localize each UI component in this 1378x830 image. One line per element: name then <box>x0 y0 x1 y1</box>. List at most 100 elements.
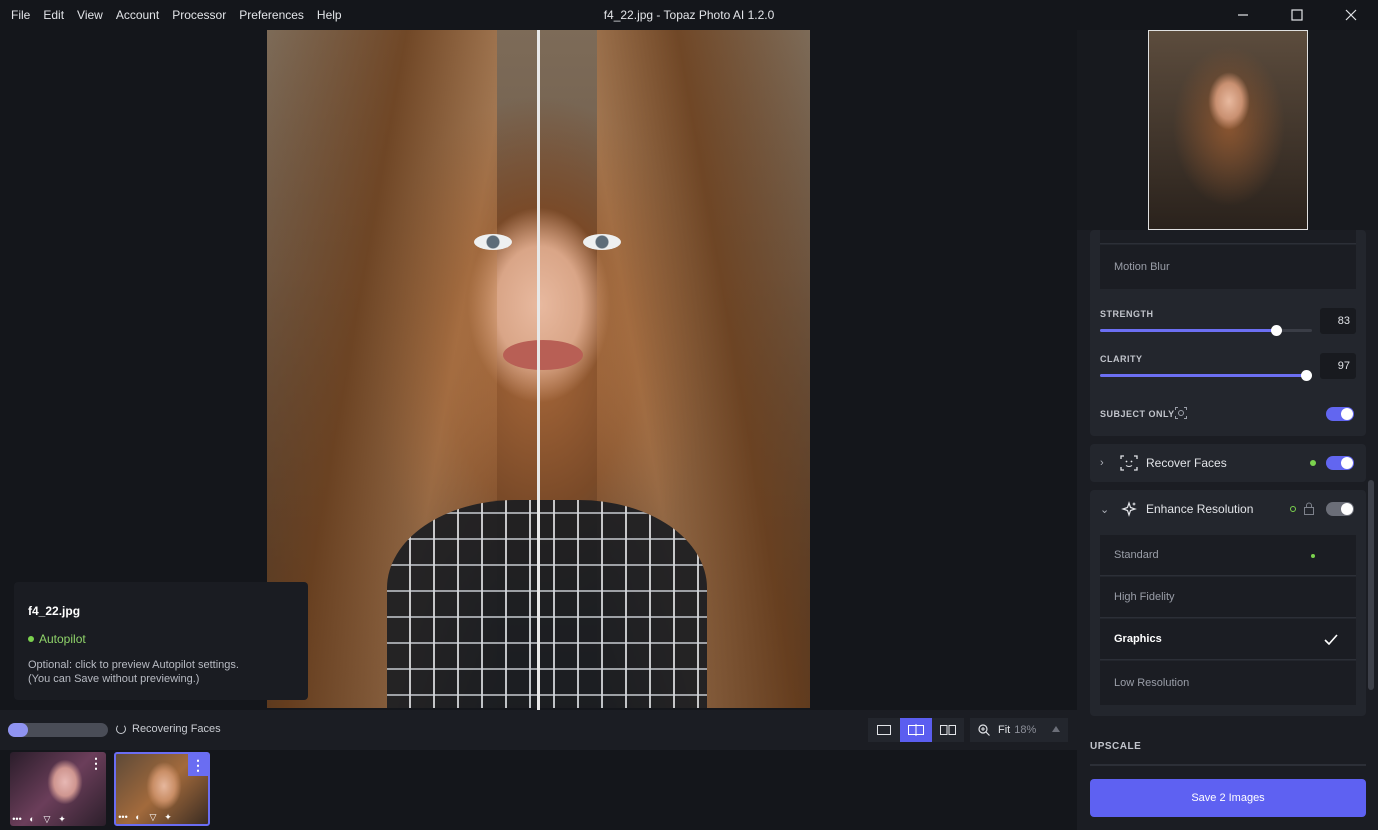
clarity-slider-knob[interactable] <box>1300 370 1312 381</box>
thumbnail-badges: ••• ◐ ▽ ✦ <box>12 813 67 825</box>
close-button[interactable] <box>1324 0 1378 30</box>
model-option-low-resolution[interactable]: Low Resolution <box>1100 661 1356 705</box>
face-detect-icon <box>1120 454 1138 472</box>
model-low-resolution-label: Low Resolution <box>1114 677 1190 689</box>
clarity-label: CLARITY <box>1100 354 1143 364</box>
progress-label: Recovering Faces <box>132 723 221 735</box>
thumbnail-menu-icon[interactable]: ⋮ <box>86 752 106 774</box>
model-option-high-fidelity[interactable]: High Fidelity <box>1100 577 1356 618</box>
enhance-icon: ✦ <box>58 813 66 824</box>
progress-bar <box>8 723 108 737</box>
autopilot-info-card[interactable]: f4_22.jpg Autopilot Optional: click to p… <box>14 582 308 700</box>
model-option-standard[interactable]: Standard <box>1100 535 1356 576</box>
enhance-resolution-title: Enhance Resolution <box>1146 502 1254 516</box>
view-mode-group <box>868 718 964 742</box>
status-bar: Recovering Faces Fit 18% <box>0 710 1077 750</box>
sharpen-option-prev[interactable] <box>1100 230 1356 244</box>
menu-edit[interactable]: Edit <box>43 8 64 22</box>
recover-faces-toggle[interactable] <box>1326 456 1354 470</box>
save-images-button[interactable]: Save 2 Images <box>1090 779 1366 817</box>
motion-blur-option[interactable]: Motion Blur <box>1100 245 1356 289</box>
photo-eye-left <box>474 234 512 250</box>
strength-value[interactable]: 83 <box>1320 308 1356 334</box>
navigator-thumbnail[interactable] <box>1148 30 1308 230</box>
strength-label: STRENGTH <box>1100 309 1154 319</box>
recover-faces-title: Recover Faces <box>1146 456 1227 470</box>
split-view-icon <box>908 724 924 736</box>
zoom-icon <box>978 724 990 736</box>
filmstrip: ⋮ ••• ◐ ▽ ✦ ⋮ ••• ◐ ▽ ✦ <box>0 750 1077 830</box>
clarity-value[interactable]: 97 <box>1320 353 1356 379</box>
thumbnail-menu-icon[interactable]: ⋮ <box>188 754 208 776</box>
subject-only-label: SUBJECT ONLY <box>1100 409 1175 419</box>
clarity-slider-fill <box>1100 374 1306 377</box>
sharpen-icon: ▽ <box>43 813 51 824</box>
sharpen-icon: ▽ <box>149 811 157 822</box>
menu-file[interactable]: File <box>11 8 30 22</box>
chevron-right-icon[interactable]: › <box>1100 457 1114 469</box>
subject-only-toggle[interactable] <box>1326 407 1354 421</box>
compare-split-handle[interactable] <box>537 30 540 710</box>
menu-view[interactable]: View <box>77 8 103 22</box>
zoom-control[interactable]: Fit 18% <box>970 718 1068 742</box>
chevron-down-icon[interactable]: ⌄ <box>1100 503 1114 516</box>
side-by-side-button[interactable] <box>932 718 964 742</box>
split-view-button[interactable] <box>900 718 932 742</box>
photo-eye-right <box>583 234 621 250</box>
single-view-button[interactable] <box>868 718 900 742</box>
autopilot-desc-line-2: (You can Save without previewing.) <box>28 673 200 685</box>
file-name: f4_22.jpg <box>28 604 81 618</box>
recover-faces-header[interactable]: › Recover Faces <box>1090 444 1366 482</box>
subject-select-icon <box>1175 407 1187 419</box>
denoise-icon: ◐ <box>135 812 141 822</box>
recommended-dot-icon <box>1311 554 1315 558</box>
denoise-icon: ◐ <box>29 814 35 824</box>
upscale-section-label: UPSCALE <box>1090 741 1142 752</box>
title-bar: File Edit View Account Processor Prefere… <box>0 0 1378 30</box>
thumbnail-badges: ••• ◐ ▽ ✦ <box>118 811 173 823</box>
model-high-fidelity-label: High Fidelity <box>1114 591 1175 603</box>
enhance-resolution-toggle[interactable] <box>1326 502 1354 516</box>
strength-slider-knob[interactable] <box>1270 325 1282 336</box>
minimize-icon <box>1238 14 1248 16</box>
autopilot-description: Optional: click to preview Autopilot set… <box>28 658 308 686</box>
strength-slider-fill <box>1100 329 1276 332</box>
close-icon <box>1345 9 1357 21</box>
menu-bar: File Edit View Account Processor Prefere… <box>0 0 344 30</box>
clarity-slider[interactable] <box>1100 370 1312 381</box>
strength-slider[interactable] <box>1100 325 1312 336</box>
checkmark-icon <box>1324 634 1338 645</box>
thumbnail-image-1[interactable]: ⋮ ••• ◐ ▽ ✦ <box>10 752 106 826</box>
spinner-icon <box>116 724 126 734</box>
upscale-divider <box>1090 764 1366 766</box>
autopilot-label: Autopilot <box>39 632 86 646</box>
faces-icon: ••• <box>12 814 22 824</box>
photo-lips <box>503 340 583 370</box>
zoom-expand-icon[interactable] <box>1052 726 1060 732</box>
thumbnail-image-2[interactable]: ⋮ ••• ◐ ▽ ✦ <box>114 752 210 826</box>
model-standard-label: Standard <box>1114 549 1159 561</box>
enhance-status-dot <box>1290 506 1296 512</box>
model-option-graphics[interactable]: Graphics <box>1100 619 1356 660</box>
zoom-fit-label: Fit <box>998 724 1011 736</box>
minimize-button[interactable] <box>1216 0 1270 30</box>
menu-processor[interactable]: Processor <box>172 8 226 22</box>
motion-blur-label: Motion Blur <box>1114 261 1170 273</box>
progress-fill <box>8 723 28 737</box>
enhance-resolution-header[interactable]: ⌄ Enhance Resolution <box>1090 490 1366 528</box>
maximize-button[interactable] <box>1270 0 1324 30</box>
zoom-percent: 18% <box>1014 724 1037 736</box>
autopilot-status[interactable]: Autopilot <box>28 632 308 646</box>
enhance-icon: ✦ <box>164 811 172 822</box>
menu-help[interactable]: Help <box>317 8 342 22</box>
progress-status: Recovering Faces <box>116 723 221 735</box>
photo-shirt-pattern <box>387 500 707 708</box>
lock-icon[interactable] <box>1303 502 1315 515</box>
menu-preferences[interactable]: Preferences <box>239 8 304 22</box>
menu-account[interactable]: Account <box>116 8 159 22</box>
status-dot-icon <box>28 636 34 642</box>
faces-icon: ••• <box>118 812 128 822</box>
panel-scrollbar[interactable] <box>1368 480 1374 690</box>
sparkle-icon <box>1120 500 1138 518</box>
autopilot-desc-line-1: Optional: click to preview Autopilot set… <box>28 659 239 671</box>
